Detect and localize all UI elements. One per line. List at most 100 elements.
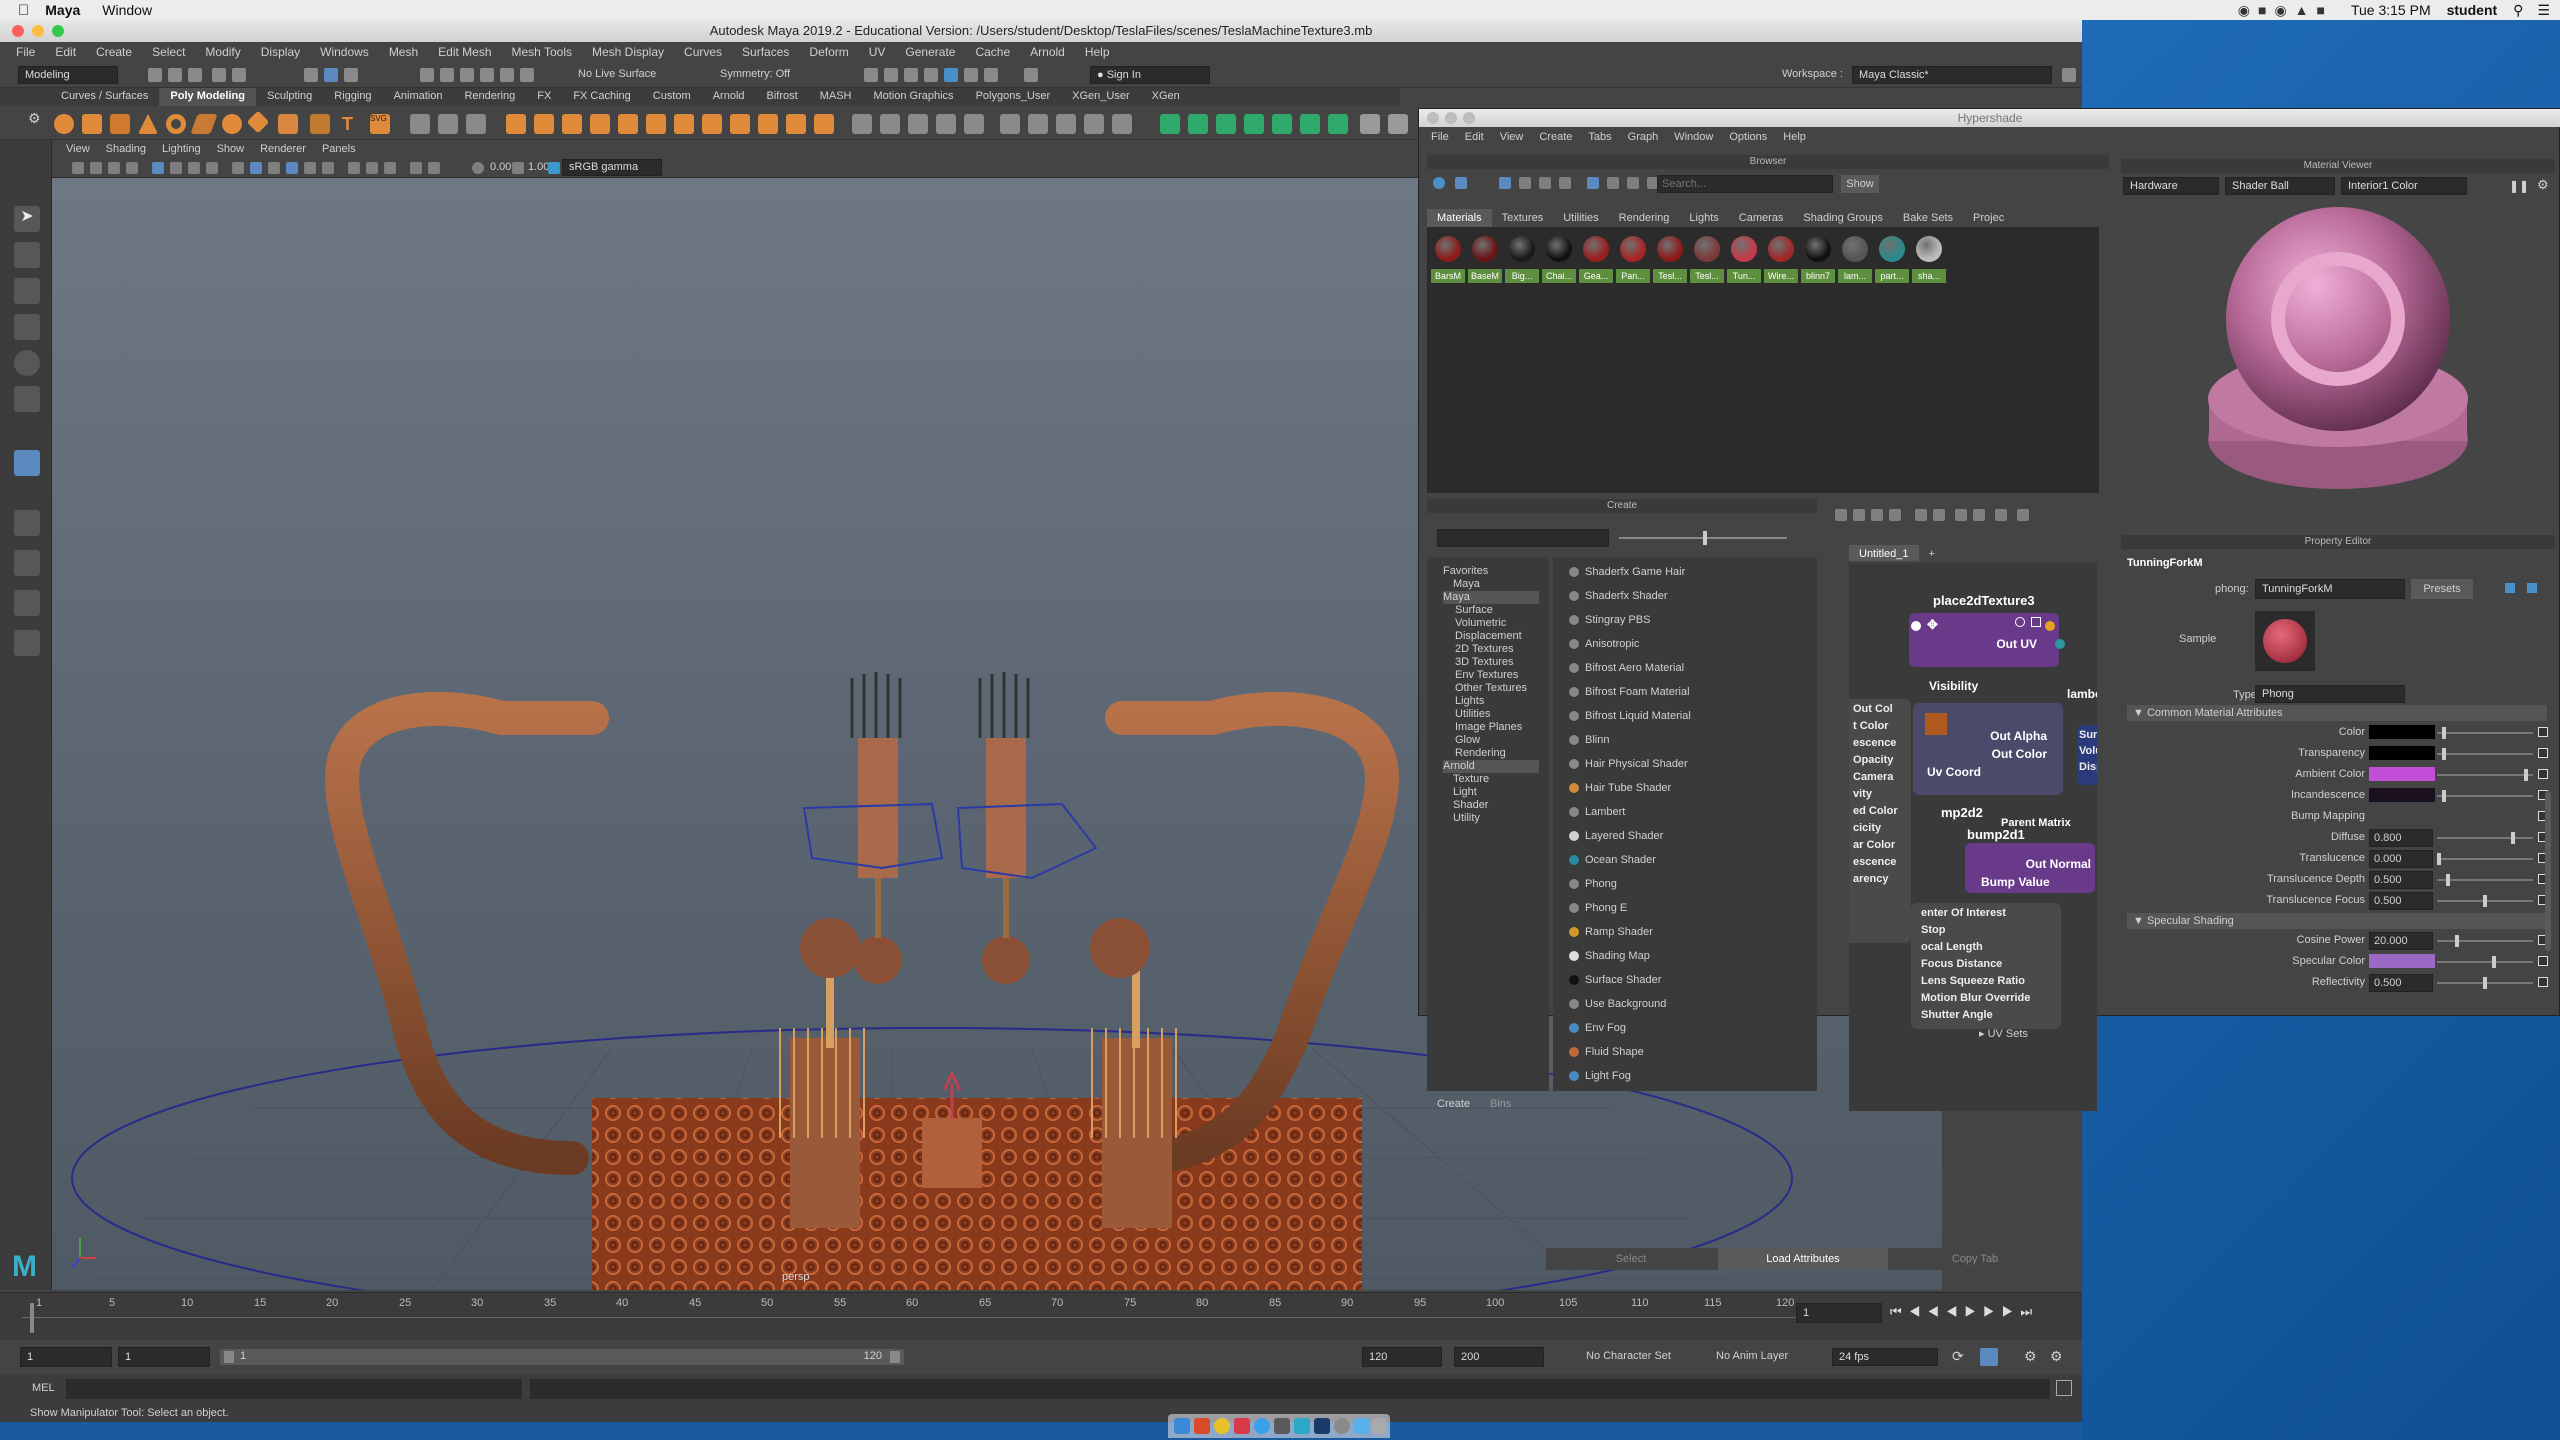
shelf-tab[interactable]: FX [526,88,562,106]
render-seq-icon[interactable] [884,68,898,82]
material-swatch[interactable]: part... [1875,233,1909,283]
pe-slider[interactable] [2437,879,2533,881]
node-settings-icon[interactable] [2031,617,2041,627]
hypershade-icon[interactable] [944,68,958,82]
mirror-icon[interactable] [1160,114,1180,134]
wireframe-on-shaded-icon[interactable] [268,162,280,174]
tree-2d-textures[interactable]: 2D Textures [1455,643,1514,656]
hs-menu-item[interactable]: Tabs [1588,127,1611,147]
xray-icon[interactable] [428,162,440,174]
poly-svg-icon[interactable] [310,114,330,134]
undo-icon[interactable] [212,68,226,82]
vp-menu-item[interactable]: Panels [322,140,356,158]
anim-layer-dropdown[interactable]: No Anim Layer [1716,1350,1788,1362]
material-swatch[interactable]: Tesl... [1653,233,1687,283]
shelf-tab[interactable]: Custom [642,88,702,106]
current-time-marker[interactable] [30,1303,34,1333]
mel-label[interactable]: MEL [32,1382,55,1394]
colorspace-dropdown[interactable]: sRGB gamma [562,159,662,176]
character-set-dropdown[interactable]: No Character Set [1586,1350,1671,1362]
hs-minimize-button[interactable] [1445,112,1457,124]
shader-list-item[interactable]: Surface Shader [1567,969,1797,991]
minimize-button[interactable] [32,25,44,37]
menu-item[interactable]: Deform [809,45,848,59]
snap-point-icon[interactable] [460,68,474,82]
ne-icon-9[interactable] [1995,509,2007,521]
pe-slider-knob[interactable] [2455,935,2459,947]
tree-rendering[interactable]: Rendering [1455,747,1506,760]
render-frame-icon[interactable] [864,68,878,82]
section-common[interactable]: ▼ Common Material Attributes [2127,705,2547,721]
shelf-tab[interactable]: Curves / Surfaces [50,88,159,106]
material-swatch[interactable]: lam... [1838,233,1872,283]
step-forward-icon[interactable]: ▶ [1983,1304,2002,1319]
menubar-app[interactable]: Maya [45,2,80,18]
smooth-shade-icon[interactable] [250,162,262,174]
shelf-tab[interactable]: MASH [809,88,863,106]
tree-glow[interactable]: Glow [1455,734,1480,747]
wireframe-icon[interactable] [232,162,244,174]
map-button-icon[interactable] [2538,769,2548,779]
tree-utilities[interactable]: Utilities [1455,708,1490,721]
svg-icon[interactable]: SVG [370,114,390,134]
exposure-value[interactable]: 0.00 [490,161,511,173]
ne-icon-6[interactable] [1933,509,1945,521]
shadows-icon[interactable] [322,162,334,174]
range-handle-start[interactable] [224,1351,234,1363]
step-back-key-icon[interactable]: ◀ [1909,1304,1928,1319]
unfold-uv-icon[interactable] [1000,114,1020,134]
reduce-icon[interactable] [1244,114,1264,134]
arnold-icon[interactable] [984,68,998,82]
poly-torus-icon[interactable] [166,114,186,134]
quad-draw-icon[interactable] [758,114,778,134]
current-frame-field[interactable]: 1 [1796,1303,1882,1323]
time-slider[interactable]: 1 5 10 15 20 25 30 35 40 45 50 55 60 65 70 75 80 85 90 95 10… [0,1292,2082,1340]
persp-outliner-icon[interactable] [14,590,40,616]
pe-slider-knob[interactable] [2483,977,2487,989]
range-slider[interactable]: 1 120 [220,1349,904,1365]
node-move-icon[interactable]: ✥ [1927,617,1938,633]
hs-list-icon[interactable] [1455,177,1467,189]
tree-favorites[interactable]: Favorites [1443,565,1488,578]
offset-loop-icon[interactable] [814,114,834,134]
mail-icon[interactable] [1234,1418,1250,1434]
shader-list-item[interactable]: Phong E [1567,897,1797,919]
shader-list-item[interactable]: Fluid Shape [1567,1041,1797,1063]
lasso-tool-icon[interactable] [14,242,40,268]
poly-cylinder-icon[interactable] [110,114,130,134]
file-node[interactable]: Out Alpha Out Color Uv Coord [1913,703,2063,795]
close-button[interactable] [12,25,24,37]
pe-slider-knob[interactable] [2442,727,2446,739]
separate-icon[interactable] [438,114,458,134]
lock-icon[interactable] [2062,68,2076,82]
graph-tab-untitled[interactable]: Untitled_1 [1849,545,1919,561]
outliner-icon[interactable] [14,630,40,656]
snap-view-icon[interactable] [480,68,494,82]
cut-uv-icon[interactable] [908,114,928,134]
hs-refresh-icon[interactable] [1627,177,1639,189]
uv-sets-row[interactable]: ▸ UV Sets [1969,1025,2245,1043]
shader-list-item[interactable]: Bifrost Aero Material [1567,657,1797,679]
vp-menu-item[interactable]: Shading [106,140,146,158]
material-swatch[interactable]: Chai... [1542,233,1576,283]
texel-density-icon[interactable] [1084,114,1104,134]
hs-sort2-icon[interactable] [1607,177,1619,189]
rotate-tool-icon[interactable] [14,350,40,376]
shelf-settings-icon[interactable]: ⚙ [28,110,41,127]
range-handle-end[interactable] [890,1351,900,1363]
pe-slider[interactable] [2437,795,2533,797]
tree-arnold-texture[interactable]: Texture [1453,773,1489,786]
sign-in-dropdown[interactable]: ● Sign In [1090,66,1210,84]
presets-button[interactable]: Presets [2411,579,2473,599]
shelf-tab[interactable]: XGen_User [1061,88,1140,106]
target-weld-icon[interactable] [702,114,722,134]
settings-icon[interactable] [1334,1418,1350,1434]
pe-slider[interactable] [2437,961,2533,963]
bevel-icon[interactable] [590,114,610,134]
select-object-icon[interactable] [324,68,338,82]
material-swatch[interactable]: Pan... [1616,233,1650,283]
menu-item[interactable]: Help [1085,45,1110,59]
tab-bake-sets[interactable]: Bake Sets [1893,209,1963,227]
anim-end-field[interactable]: 200 [1454,1347,1544,1367]
tab-textures[interactable]: Textures [1492,209,1554,227]
